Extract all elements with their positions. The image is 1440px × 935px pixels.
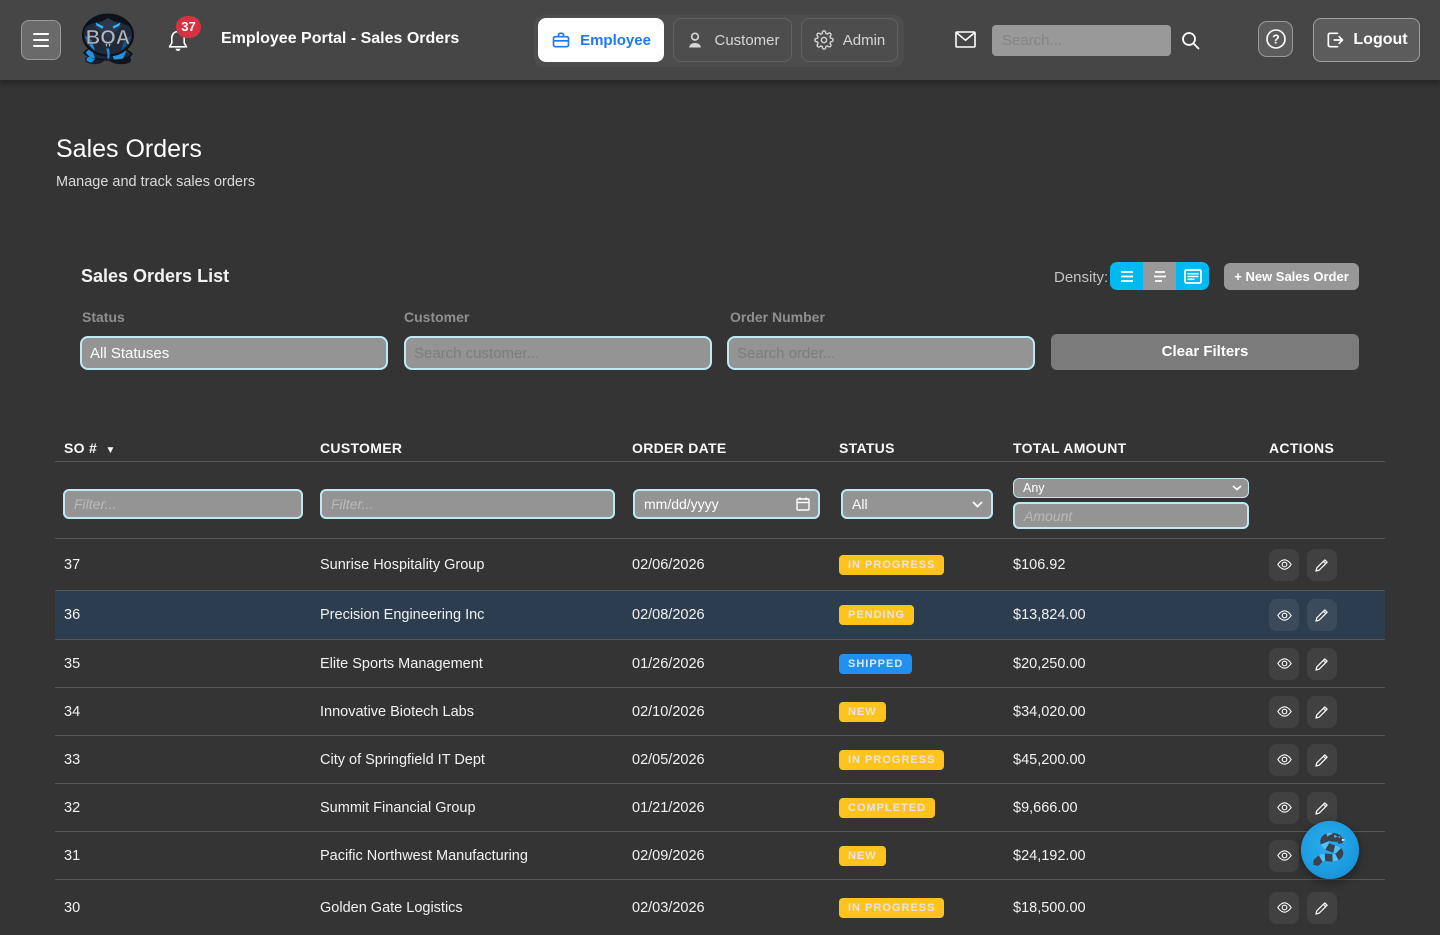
svg-text:?: ? (1272, 33, 1280, 47)
svg-text:BOA: BOA (86, 27, 130, 49)
